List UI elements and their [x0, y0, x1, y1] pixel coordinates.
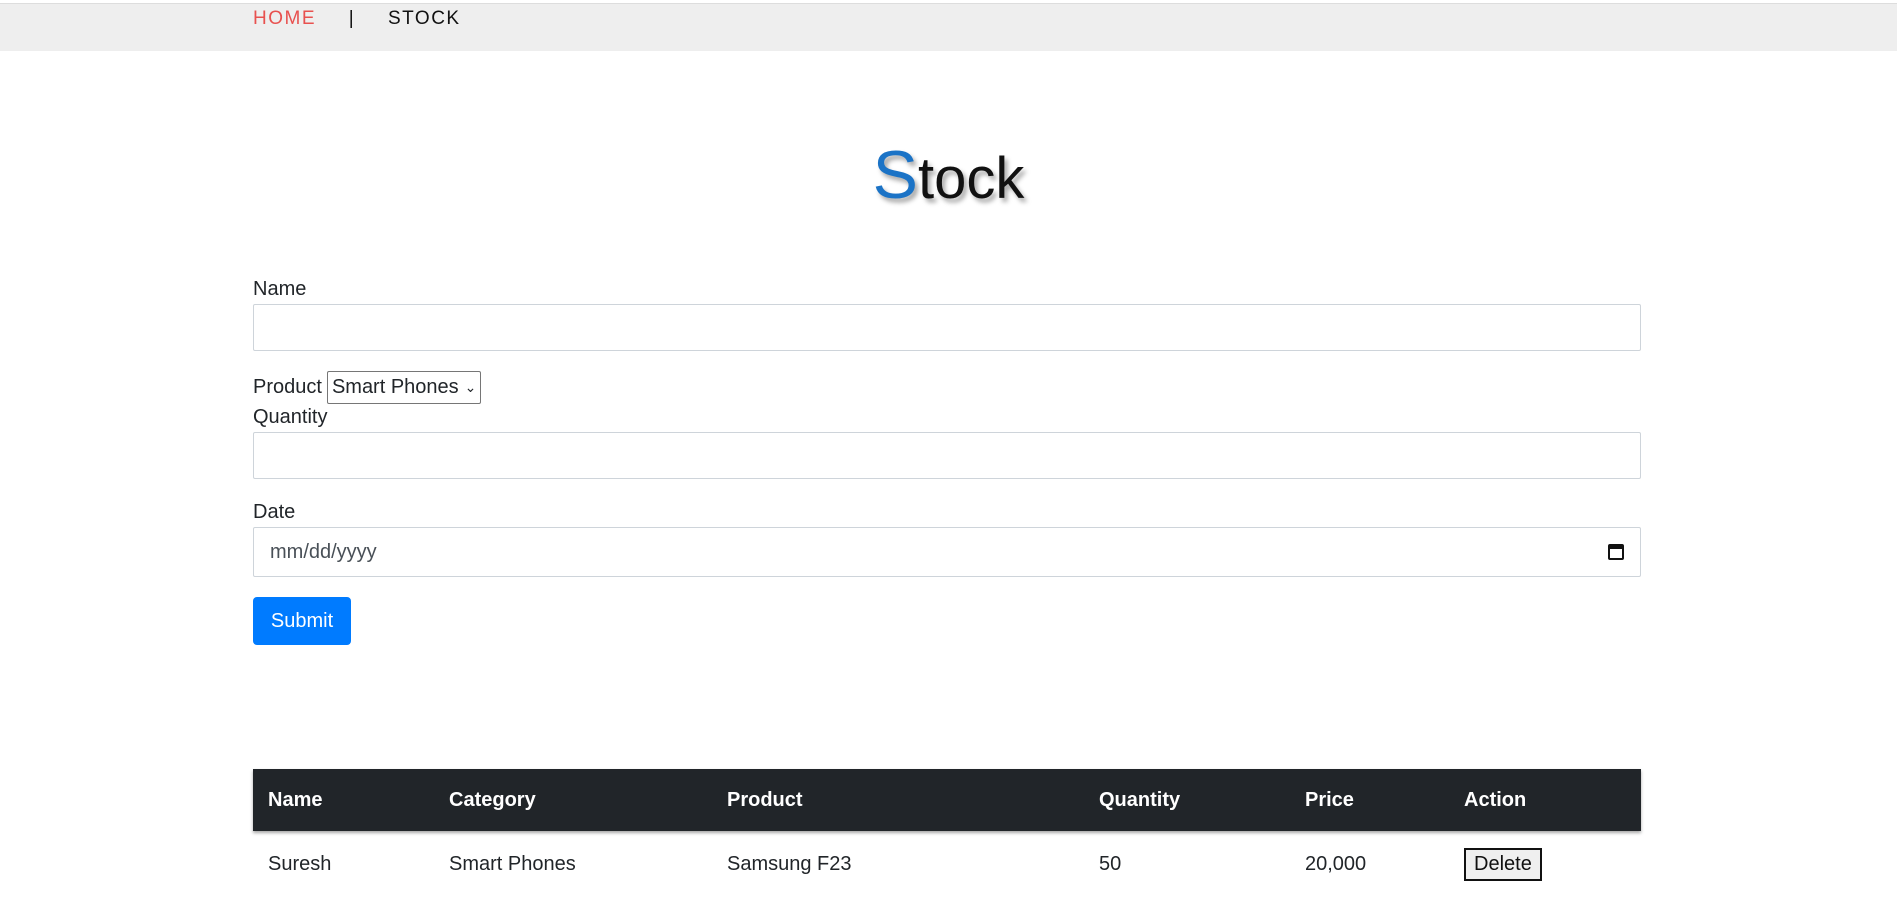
nav-separator: |: [348, 8, 356, 29]
cell-action: Delete: [1449, 831, 1641, 897]
header-price: Price: [1305, 788, 1354, 811]
product-select-value: Smart Phones: [331, 375, 459, 398]
submit-button[interactable]: Submit: [253, 597, 351, 645]
page-title-rest: tock: [917, 146, 1025, 211]
quantity-input[interactable]: [253, 432, 1641, 479]
cell-price: 20,000: [1305, 852, 1367, 875]
product-select[interactable]: Smart Phones ⌄: [326, 370, 482, 404]
header-quantity: Quantity: [1099, 788, 1181, 811]
name-label: Name: [253, 278, 307, 300]
page-title: Stock: [0, 135, 1897, 219]
product-row: Product Smart Phones ⌄: [253, 370, 1641, 404]
table-header-row: Name Category Product Quantity Price Act…: [253, 769, 1641, 831]
quantity-label: Quantity: [253, 406, 328, 428]
chevron-down-icon: ⌄: [464, 378, 477, 395]
header-product: Product: [727, 788, 803, 811]
cell-quantity: 50: [1099, 852, 1122, 875]
cell-name: Suresh: [268, 852, 332, 875]
cell-product: Samsung F23: [727, 852, 852, 875]
top-navbar: HOME | STOCK: [0, 3, 1897, 51]
table-row: Suresh Smart Phones Samsung F23 50 20,00…: [253, 831, 1641, 897]
stock-form: Name Product Smart Phones ⌄ Quantity Dat…: [253, 274, 1641, 645]
cell-category: Smart Phones: [449, 852, 576, 875]
date-label: Date: [253, 501, 296, 523]
nav-links: HOME | STOCK: [253, 7, 461, 31]
header-name: Name: [268, 788, 323, 811]
page-title-first-letter: S: [872, 137, 918, 213]
header-action: Action: [1464, 788, 1527, 811]
date-input[interactable]: mm/dd/yyyy: [253, 527, 1641, 577]
stock-table: Name Category Product Quantity Price Act…: [253, 769, 1641, 897]
product-label: Product: [253, 376, 322, 398]
date-placeholder: mm/dd/yyyy: [270, 540, 377, 563]
header-category: Category: [449, 788, 536, 811]
delete-button[interactable]: Delete: [1464, 847, 1542, 881]
nav-stock-link[interactable]: STOCK: [388, 8, 461, 29]
nav-home-link[interactable]: HOME: [253, 8, 316, 29]
calendar-icon[interactable]: [1608, 544, 1624, 560]
name-input[interactable]: [253, 304, 1641, 351]
